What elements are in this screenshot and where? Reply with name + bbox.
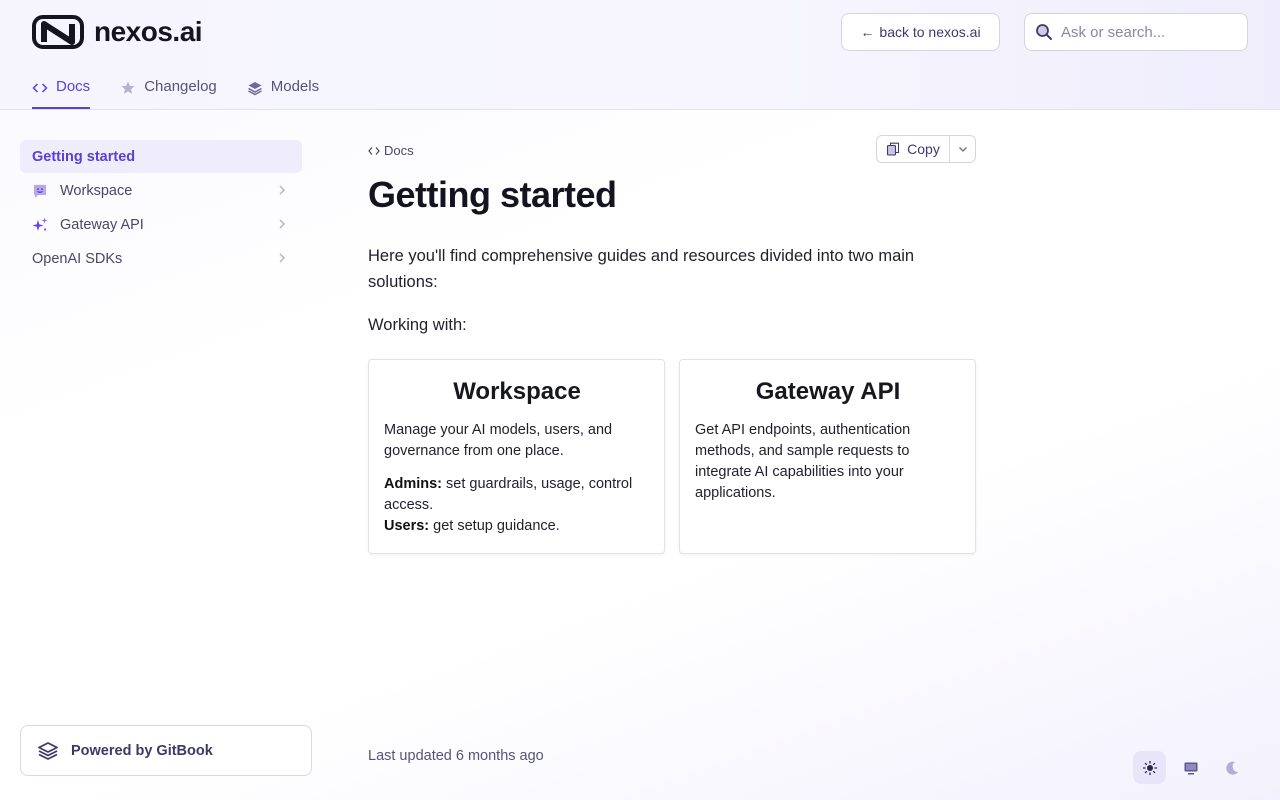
back-button-label: back to nexos.ai: [879, 24, 981, 40]
powered-by-label: Powered by GitBook: [71, 742, 213, 759]
card-description: Manage your AI models, users, and govern…: [384, 422, 613, 459]
sidebar-nav: Getting started Workspace Gateway API Op…: [20, 140, 302, 276]
search-icon: [1036, 24, 1052, 40]
sidebar-item-gateway-api[interactable]: Gateway API: [20, 208, 302, 241]
top-header: nexos.ai ← back to nexos.ai Docs Changel…: [0, 0, 1280, 110]
copy-options-dropdown[interactable]: [950, 136, 975, 162]
admins-label: Admins:: [384, 476, 442, 492]
nexos-logo-icon: [32, 15, 84, 49]
search-input[interactable]: [1061, 23, 1231, 41]
tab-docs[interactable]: Docs: [32, 76, 91, 110]
logo[interactable]: nexos.ai: [32, 15, 203, 49]
monitor-icon: [1184, 762, 1197, 774]
card-title: Gateway API: [755, 378, 901, 405]
chevron-down-icon: [958, 147, 967, 152]
back-to-site-button[interactable]: ← back to nexos.ai: [841, 13, 1000, 51]
last-updated: Last updated 6 months ago: [368, 748, 544, 764]
star-icon: [121, 81, 135, 94]
intro-paragraph: Here you'll find comprehensive guides an…: [368, 247, 915, 291]
card-gateway-api[interactable]: Gateway API Get API endpoints, authentic…: [679, 359, 976, 554]
sidebar-item-label: Getting started: [32, 148, 136, 165]
code-icon: [32, 83, 48, 93]
chevron-right-icon: [279, 253, 285, 263]
theme-switcher: [1133, 751, 1248, 784]
chevron-right-icon: [279, 185, 285, 195]
brand-name: nexos.ai: [94, 16, 203, 47]
search-box[interactable]: [1024, 13, 1248, 51]
sidebar-item-getting-started[interactable]: Getting started: [20, 140, 302, 173]
tab-label: Changelog: [144, 78, 217, 95]
layers-icon: [247, 82, 262, 96]
tab-models[interactable]: Models: [247, 76, 319, 110]
working-with-label: Working with:: [368, 316, 467, 334]
theme-light-button[interactable]: [1133, 751, 1166, 784]
sun-icon: [1142, 760, 1157, 775]
sidebar-item-openai-sdks[interactable]: OpenAI SDKs: [20, 242, 302, 275]
sidebar-item-label: Workspace: [60, 182, 133, 199]
theme-system-button[interactable]: [1174, 751, 1207, 784]
chat-smiley-icon: [32, 183, 48, 199]
breadcrumb[interactable]: Docs: [368, 143, 414, 158]
theme-dark-button[interactable]: [1215, 751, 1248, 784]
sidebar-item-label: OpenAI SDKs: [32, 250, 123, 267]
tab-label: Docs: [56, 78, 91, 95]
users-text: get setup guidance.: [429, 518, 560, 534]
page-title: Getting started: [368, 174, 617, 215]
breadcrumb-label: Docs: [384, 143, 414, 158]
arrow-left-icon: ←: [860, 24, 875, 40]
tab-label: Models: [270, 78, 320, 95]
copy-label: Copy: [907, 141, 940, 157]
copy-button[interactable]: Copy: [877, 136, 950, 162]
card-workspace[interactable]: Workspace Manage your AI models, users, …: [368, 359, 665, 554]
card-description: Get API endpoints, authentication method…: [695, 422, 911, 501]
card-title: Workspace: [453, 378, 581, 405]
sparkles-icon: [32, 217, 48, 233]
tab-changelog[interactable]: Changelog: [120, 76, 217, 110]
sidebar-item-workspace[interactable]: Workspace: [20, 174, 302, 207]
code-icon: [368, 146, 380, 155]
section-tabs: Docs Changelog Models: [32, 76, 319, 110]
copy-page-control: Copy: [876, 135, 976, 163]
chevron-right-icon: [279, 219, 285, 229]
gitbook-icon: [38, 741, 58, 760]
copy-icon: [887, 142, 900, 156]
powered-by-gitbook-link[interactable]: Powered by GitBook: [20, 725, 312, 776]
sidebar-item-label: Gateway API: [60, 216, 144, 233]
card-roles: Admins: set guardrails, usage, control a…: [384, 474, 650, 537]
moon-icon: [1225, 761, 1238, 775]
users-label: Users:: [384, 518, 430, 534]
